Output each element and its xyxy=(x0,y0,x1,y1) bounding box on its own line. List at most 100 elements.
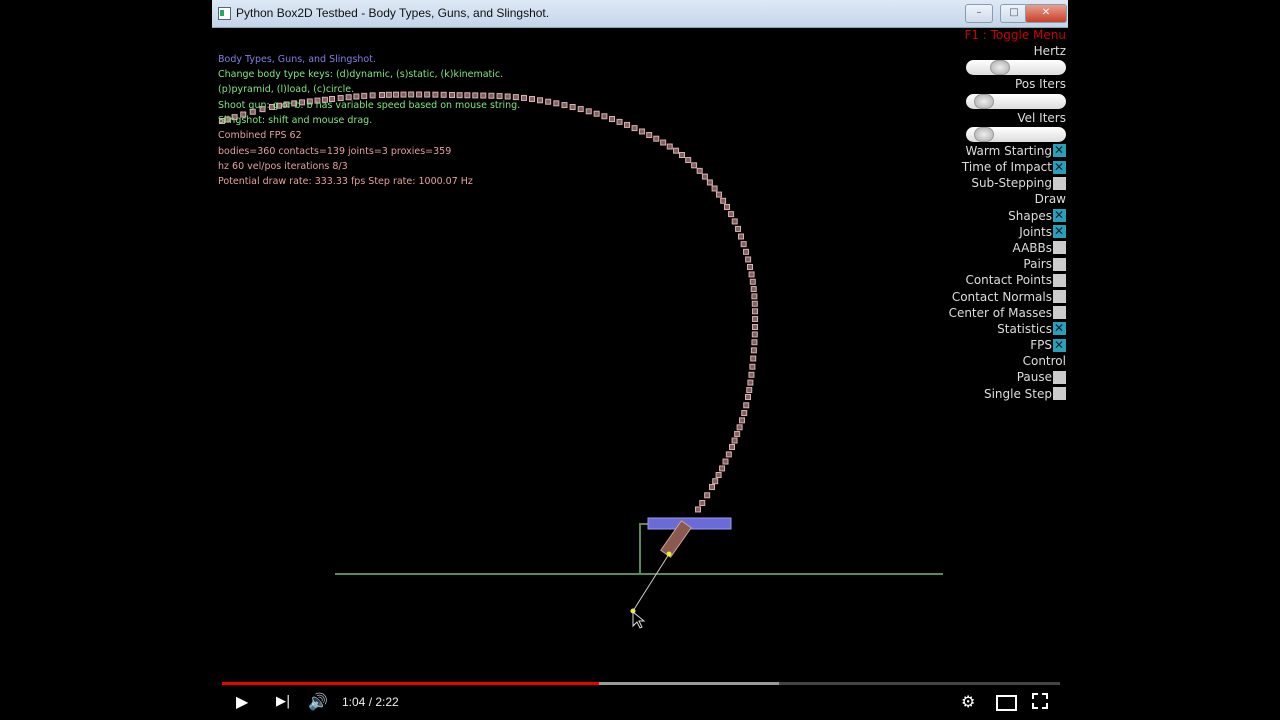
toggle-menu-hint: F1 : Toggle Menu xyxy=(964,28,1066,43)
projectile-box xyxy=(569,104,576,110)
checkbox-shapes[interactable]: Shapes xyxy=(936,207,1066,224)
projectile-box xyxy=(747,264,753,270)
checkbox-icon[interactable] xyxy=(1053,223,1066,239)
checkbox-sub-stepping[interactable]: Sub-Stepping xyxy=(936,175,1066,191)
slider-hertz[interactable] xyxy=(966,60,1066,76)
checkbox-fps[interactable]: FPS xyxy=(936,337,1066,353)
menu-item-label: Center of Masses xyxy=(948,305,1052,320)
projectile-box xyxy=(712,478,719,485)
projectile-box xyxy=(616,118,623,125)
theater-icon[interactable] xyxy=(996,695,1017,711)
projectile-box xyxy=(745,256,752,263)
projectile-box xyxy=(440,91,447,98)
projectile-box xyxy=(694,506,701,513)
menu-item-label: Contact Points xyxy=(965,273,1052,288)
checkbox-pairs[interactable]: Pairs xyxy=(936,256,1066,272)
projectile-box xyxy=(736,424,743,431)
projectile-box xyxy=(609,116,615,122)
slider-pos-iters[interactable] xyxy=(966,93,1066,109)
projectile-box xyxy=(601,113,608,120)
projectile-box xyxy=(738,417,745,424)
checkbox-warm-starting[interactable]: Warm Starting xyxy=(936,142,1066,159)
checkbox-icon[interactable] xyxy=(1053,370,1066,384)
checkbox-pause[interactable]: Pause xyxy=(936,369,1066,385)
menu-item-label: Sub-Stepping xyxy=(971,176,1052,191)
checkbox-icon[interactable] xyxy=(1053,290,1066,304)
checkbox-contact-points[interactable]: Contact Points xyxy=(936,272,1066,288)
projectile-box xyxy=(449,92,455,98)
projectile-box xyxy=(722,458,729,465)
slider-vel-iters[interactable] xyxy=(966,126,1066,142)
menu-item-label: Pause xyxy=(1016,370,1052,385)
menu-item-label: AABBs xyxy=(1012,240,1052,255)
projectile-box xyxy=(631,125,638,132)
projectile-box xyxy=(561,102,568,109)
anchor-point xyxy=(666,551,672,557)
checkbox-center-of-masses[interactable]: Center of Masses xyxy=(936,305,1066,321)
checkbox-icon[interactable] xyxy=(1053,176,1066,190)
projectile-box xyxy=(741,410,748,417)
projectile-box xyxy=(752,308,759,315)
settings-menu: F1 : Toggle Menu Hertz Pos Iters Vel Iters… xyxy=(936,27,1066,402)
checkbox-single-step[interactable]: Single Step xyxy=(936,386,1066,402)
checkbox-icon[interactable] xyxy=(1053,142,1066,158)
checkbox-joints[interactable]: Joints xyxy=(936,223,1066,240)
checkbox-icon[interactable] xyxy=(1053,387,1066,401)
checkbox-icon[interactable] xyxy=(1053,207,1066,223)
projectile-box xyxy=(593,110,600,117)
projectile-box xyxy=(646,132,653,138)
slider-label: Vel Iters xyxy=(1017,110,1066,125)
checkbox-statistics[interactable]: Statistics xyxy=(936,320,1066,337)
projectile-box xyxy=(529,96,535,102)
help-line: Slingshot: shift and mouse drag. xyxy=(218,114,373,126)
projectile-box xyxy=(709,484,715,490)
stats-line: Potential draw rate: 333.33 fps Step rat… xyxy=(218,176,473,188)
slider-knob[interactable] xyxy=(974,126,994,142)
checkbox-contact-normals[interactable]: Contact Normals xyxy=(936,288,1066,304)
menu-item-label: Control xyxy=(1022,354,1066,369)
maximize-button[interactable]: □ xyxy=(1000,4,1028,23)
projectile-box xyxy=(749,363,756,370)
checkbox-icon[interactable] xyxy=(1053,306,1066,320)
projectile-box xyxy=(748,371,755,378)
checkbox-time-of-impact[interactable]: Time of Impact xyxy=(936,159,1066,175)
next-icon[interactable]: ▶| xyxy=(276,694,290,709)
volume-icon[interactable]: 🔊 xyxy=(308,692,328,711)
projectile-box xyxy=(660,139,667,146)
checkbox-icon[interactable] xyxy=(1053,159,1066,175)
checkbox-icon[interactable] xyxy=(1053,241,1066,255)
progress-bar[interactable] xyxy=(222,682,1060,685)
fullscreen-icon[interactable] xyxy=(1032,693,1048,709)
stats-line: hz 60 vel/pos iterations 8/3 xyxy=(218,160,348,172)
slider-knob[interactable] xyxy=(974,93,994,109)
projectile-box xyxy=(624,121,631,128)
projectile-box xyxy=(504,93,511,100)
projectile-box xyxy=(746,387,753,394)
projectile-box xyxy=(416,91,423,98)
projectile-box xyxy=(749,278,756,285)
close-button[interactable]: ✕ xyxy=(1025,4,1067,23)
minimize-button[interactable]: – xyxy=(965,4,993,23)
menu-item-label: Pairs xyxy=(1023,257,1052,272)
projectile-box xyxy=(701,173,708,180)
checkbox-aabbs[interactable]: AABBs xyxy=(936,240,1066,256)
slider-label: Pos Iters xyxy=(1014,77,1066,92)
checkbox-icon[interactable] xyxy=(1053,257,1066,271)
checkbox-icon[interactable] xyxy=(1053,273,1066,287)
projectile-box xyxy=(488,92,495,99)
checkbox-icon[interactable] xyxy=(1053,320,1066,336)
settings-icon[interactable]: ⚙ xyxy=(961,692,975,711)
projectile-box xyxy=(745,394,751,400)
menu-item-label: Warm Starting xyxy=(965,143,1052,158)
projectile-box xyxy=(408,91,415,98)
projectile-box xyxy=(585,108,592,115)
projectile-box xyxy=(537,97,544,104)
projectile-box xyxy=(424,91,431,98)
projectile-box xyxy=(653,135,660,142)
menu-item-label: Contact Normals xyxy=(951,289,1052,304)
slider-knob[interactable] xyxy=(990,60,1010,76)
play-icon[interactable]: ▶ xyxy=(236,692,248,711)
projectile-box xyxy=(699,500,706,506)
checkbox-icon[interactable] xyxy=(1053,337,1066,353)
menu-item-label: Shapes xyxy=(1008,208,1052,223)
